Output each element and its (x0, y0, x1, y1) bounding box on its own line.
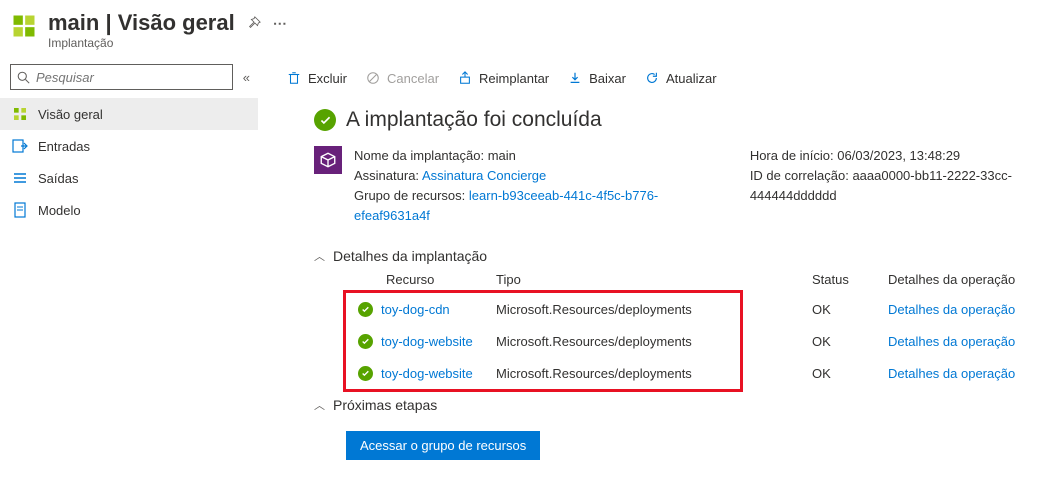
col-header-details: Detalhes da operação (888, 272, 1057, 287)
table-row: toy-dog-website Microsoft.Resources/depl… (346, 357, 1057, 389)
cancel-icon (365, 70, 381, 86)
operation-details-link[interactable]: Detalhes da operação (888, 366, 1015, 381)
info-left: Nome da implantação: main Assinatura: As… (354, 146, 690, 226)
collapse-sidebar-icon[interactable]: « (243, 70, 250, 85)
section-next-steps[interactable]: ︿ Próximas etapas (286, 389, 1057, 421)
delete-button[interactable]: Excluir (286, 70, 347, 86)
col-header-type: Tipo (496, 272, 772, 287)
inputs-icon (12, 138, 28, 154)
status-title: A implantação foi concluída (346, 108, 602, 132)
download-button[interactable]: Baixar (567, 70, 626, 86)
page-subtitle: Implantação (48, 36, 1057, 50)
sidebar-item-outputs[interactable]: Saídas (0, 162, 258, 194)
col-header-resource: Recurso (346, 272, 496, 287)
ok-icon (358, 302, 373, 317)
template-icon (12, 202, 28, 218)
redeploy-icon (457, 70, 473, 86)
sidebar-item-template[interactable]: Modelo (0, 194, 258, 226)
pin-icon[interactable] (247, 16, 261, 30)
sidebar: « Visão geral Entradas Saídas Modelo (0, 62, 258, 460)
operation-details-link[interactable]: Detalhes da operação (888, 302, 1015, 317)
table-row: toy-dog-cdn Microsoft.Resources/deployme… (346, 293, 1057, 325)
resource-link[interactable]: toy-dog-website (381, 366, 473, 381)
toolbar: Excluir Cancelar Reimplantar Baixar Atua… (286, 66, 1057, 100)
ok-icon (358, 366, 373, 381)
section-deployment-details[interactable]: ︿ Detalhes da implantação (286, 240, 1057, 272)
chevron-up-icon: ︿ (314, 248, 325, 264)
deployment-icon (10, 12, 38, 40)
sidebar-item-label: Entradas (38, 139, 90, 154)
sidebar-item-label: Visão geral (38, 107, 103, 122)
sidebar-item-overview[interactable]: Visão geral (0, 98, 258, 130)
more-icon[interactable]: ⋯ (273, 15, 287, 32)
operation-details-link[interactable]: Detalhes da operação (888, 334, 1015, 349)
search-box[interactable] (10, 64, 233, 90)
refresh-icon (644, 70, 660, 86)
overview-icon (12, 106, 28, 122)
chevron-up-icon: ︿ (314, 397, 325, 413)
page-title: main | Visão geral (48, 10, 235, 36)
refresh-button[interactable]: Atualizar (644, 70, 717, 86)
package-icon (314, 146, 342, 174)
ok-icon (358, 334, 373, 349)
info-right: Hora de início: 06/03/2023, 13:48:29 ID … (750, 146, 1057, 226)
success-icon (314, 109, 336, 131)
trash-icon (286, 70, 302, 86)
search-input[interactable] (36, 70, 226, 85)
sidebar-item-label: Saídas (38, 171, 78, 186)
resource-link[interactable]: toy-dog-cdn (381, 302, 450, 317)
go-to-resource-group-button[interactable]: Acessar o grupo de recursos (346, 431, 540, 460)
sidebar-item-inputs[interactable]: Entradas (0, 130, 258, 162)
outputs-icon (12, 170, 28, 186)
cancel-button: Cancelar (365, 70, 439, 86)
subscription-link[interactable]: Assinatura Concierge (422, 168, 546, 183)
search-icon (17, 71, 30, 84)
col-header-status: Status (812, 272, 888, 287)
redeploy-button[interactable]: Reimplantar (457, 70, 549, 86)
sidebar-item-label: Modelo (38, 203, 81, 218)
resource-link[interactable]: toy-dog-website (381, 334, 473, 349)
deployment-details-grid: Recurso Tipo Status Detalhes da operação… (346, 272, 1057, 389)
table-row: toy-dog-website Microsoft.Resources/depl… (346, 325, 1057, 357)
download-icon (567, 70, 583, 86)
